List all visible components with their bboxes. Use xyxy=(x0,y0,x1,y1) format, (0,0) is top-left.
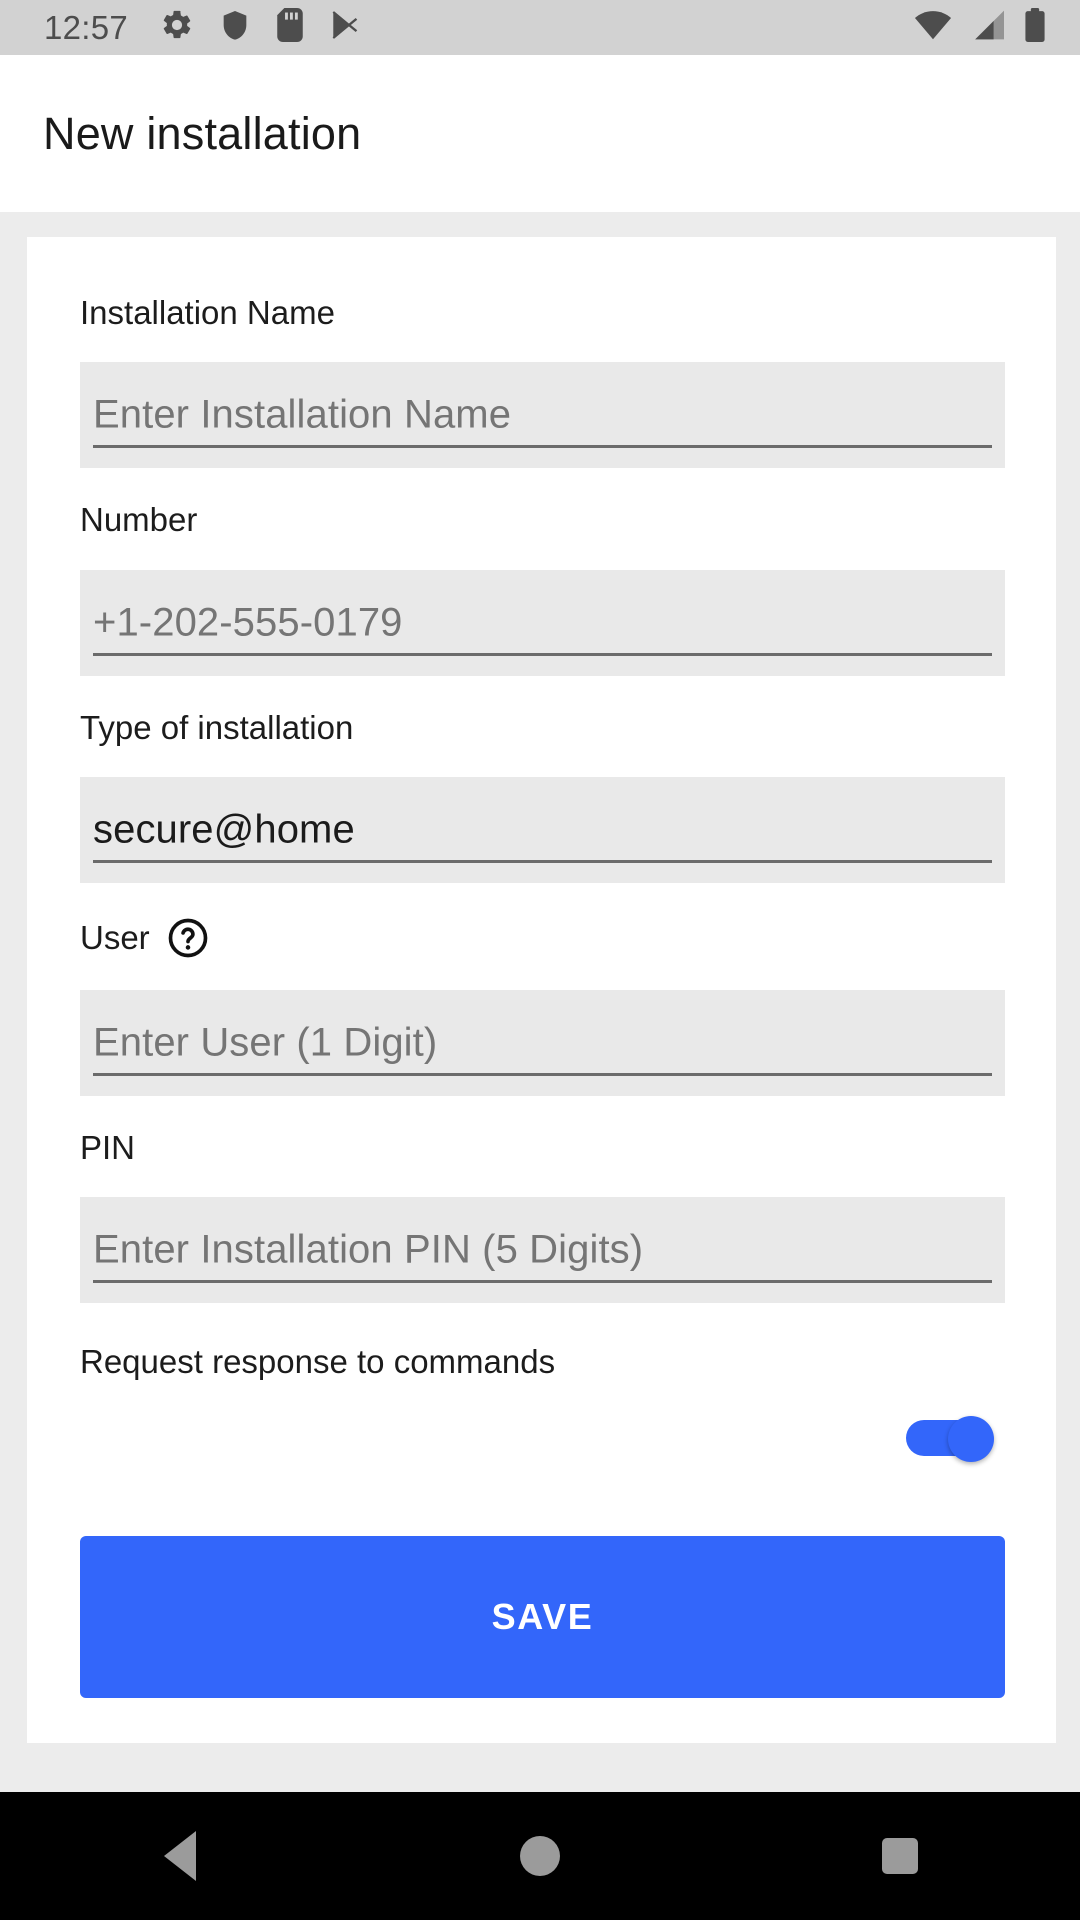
user-placeholder: Enter User (1 Digit) xyxy=(93,1020,438,1065)
field-type-of-installation: Type of installation secure@home xyxy=(27,708,1056,883)
field-label-text: User xyxy=(80,918,150,956)
nav-recents-button[interactable] xyxy=(840,1792,960,1920)
battery-icon xyxy=(1024,8,1046,47)
field-label: Number xyxy=(27,501,1056,539)
type-of-installation-input[interactable]: secure@home xyxy=(80,776,1005,883)
installation-name-placeholder: Enter Installation Name xyxy=(93,392,512,437)
field-label: PIN xyxy=(27,1128,1056,1166)
pin-input[interactable]: Enter Installation PIN (5 Digits) xyxy=(80,1197,1005,1304)
phone-screen: 12:57 New installation Installation Name… xyxy=(0,0,1080,1920)
number-input[interactable]: +1-202-555-0179 xyxy=(80,569,1005,676)
field-label: Installation Name xyxy=(27,294,1056,331)
input-underline xyxy=(93,1280,992,1284)
input-underline xyxy=(93,1072,992,1076)
field-user: User Enter User (1 Digit) xyxy=(27,917,1056,1096)
play-store-icon xyxy=(329,8,361,47)
status-time: 12:57 xyxy=(44,8,129,46)
request-response-toggle[interactable] xyxy=(906,1416,994,1463)
home-circle-icon xyxy=(520,1836,560,1876)
field-label-text: PIN xyxy=(80,1128,136,1166)
wifi-icon xyxy=(914,9,952,46)
form-container: Installation Name Enter Installation Nam… xyxy=(27,237,1056,1699)
save-button[interactable]: SAVE xyxy=(80,1536,1005,1699)
field-installation-name: Installation Name Enter Installation Nam… xyxy=(27,294,1056,469)
gear-icon xyxy=(160,8,194,47)
cellular-signal-icon xyxy=(970,9,1006,46)
help-circle-icon[interactable] xyxy=(167,917,209,959)
field-label-text: Installation Name xyxy=(80,294,335,331)
app-bar: New installation xyxy=(0,55,1080,212)
toggle-thumb xyxy=(948,1416,994,1463)
request-response-label: Request response to commands xyxy=(80,1343,556,1381)
nav-back-button[interactable] xyxy=(120,1792,240,1920)
installation-name-input[interactable]: Enter Installation Name xyxy=(80,362,1005,469)
recents-square-icon xyxy=(882,1838,918,1874)
field-label-text: Type of installation xyxy=(80,708,354,746)
field-label: User xyxy=(27,917,1056,959)
user-input[interactable]: Enter User (1 Digit) xyxy=(80,989,1005,1096)
input-underline xyxy=(93,445,992,449)
request-response-toggle-row xyxy=(27,1416,1056,1463)
page-title: New installation xyxy=(43,107,362,159)
type-of-installation-value: secure@home xyxy=(93,807,355,852)
form-card: Installation Name Enter Installation Nam… xyxy=(27,237,1056,1743)
input-underline xyxy=(93,859,992,863)
sd-card-icon xyxy=(276,8,304,47)
back-triangle-icon xyxy=(164,1831,196,1881)
field-number: Number +1-202-555-0179 xyxy=(27,501,1056,676)
input-underline xyxy=(93,652,992,656)
pin-placeholder: Enter Installation PIN (5 Digits) xyxy=(93,1227,644,1272)
field-label-text: Number xyxy=(80,501,198,539)
field-label: Type of installation xyxy=(27,708,1056,746)
number-value: +1-202-555-0179 xyxy=(93,600,403,645)
field-pin: PIN Enter Installation PIN (5 Digits) xyxy=(27,1128,1056,1304)
navigation-bar xyxy=(0,1792,1080,1920)
shield-icon xyxy=(219,8,251,47)
status-bar: 12:57 xyxy=(0,0,1080,55)
nav-home-button[interactable] xyxy=(480,1792,600,1920)
status-left-icons xyxy=(160,8,361,47)
status-right-icons xyxy=(914,8,1046,47)
save-button-container: SAVE xyxy=(27,1536,1056,1699)
